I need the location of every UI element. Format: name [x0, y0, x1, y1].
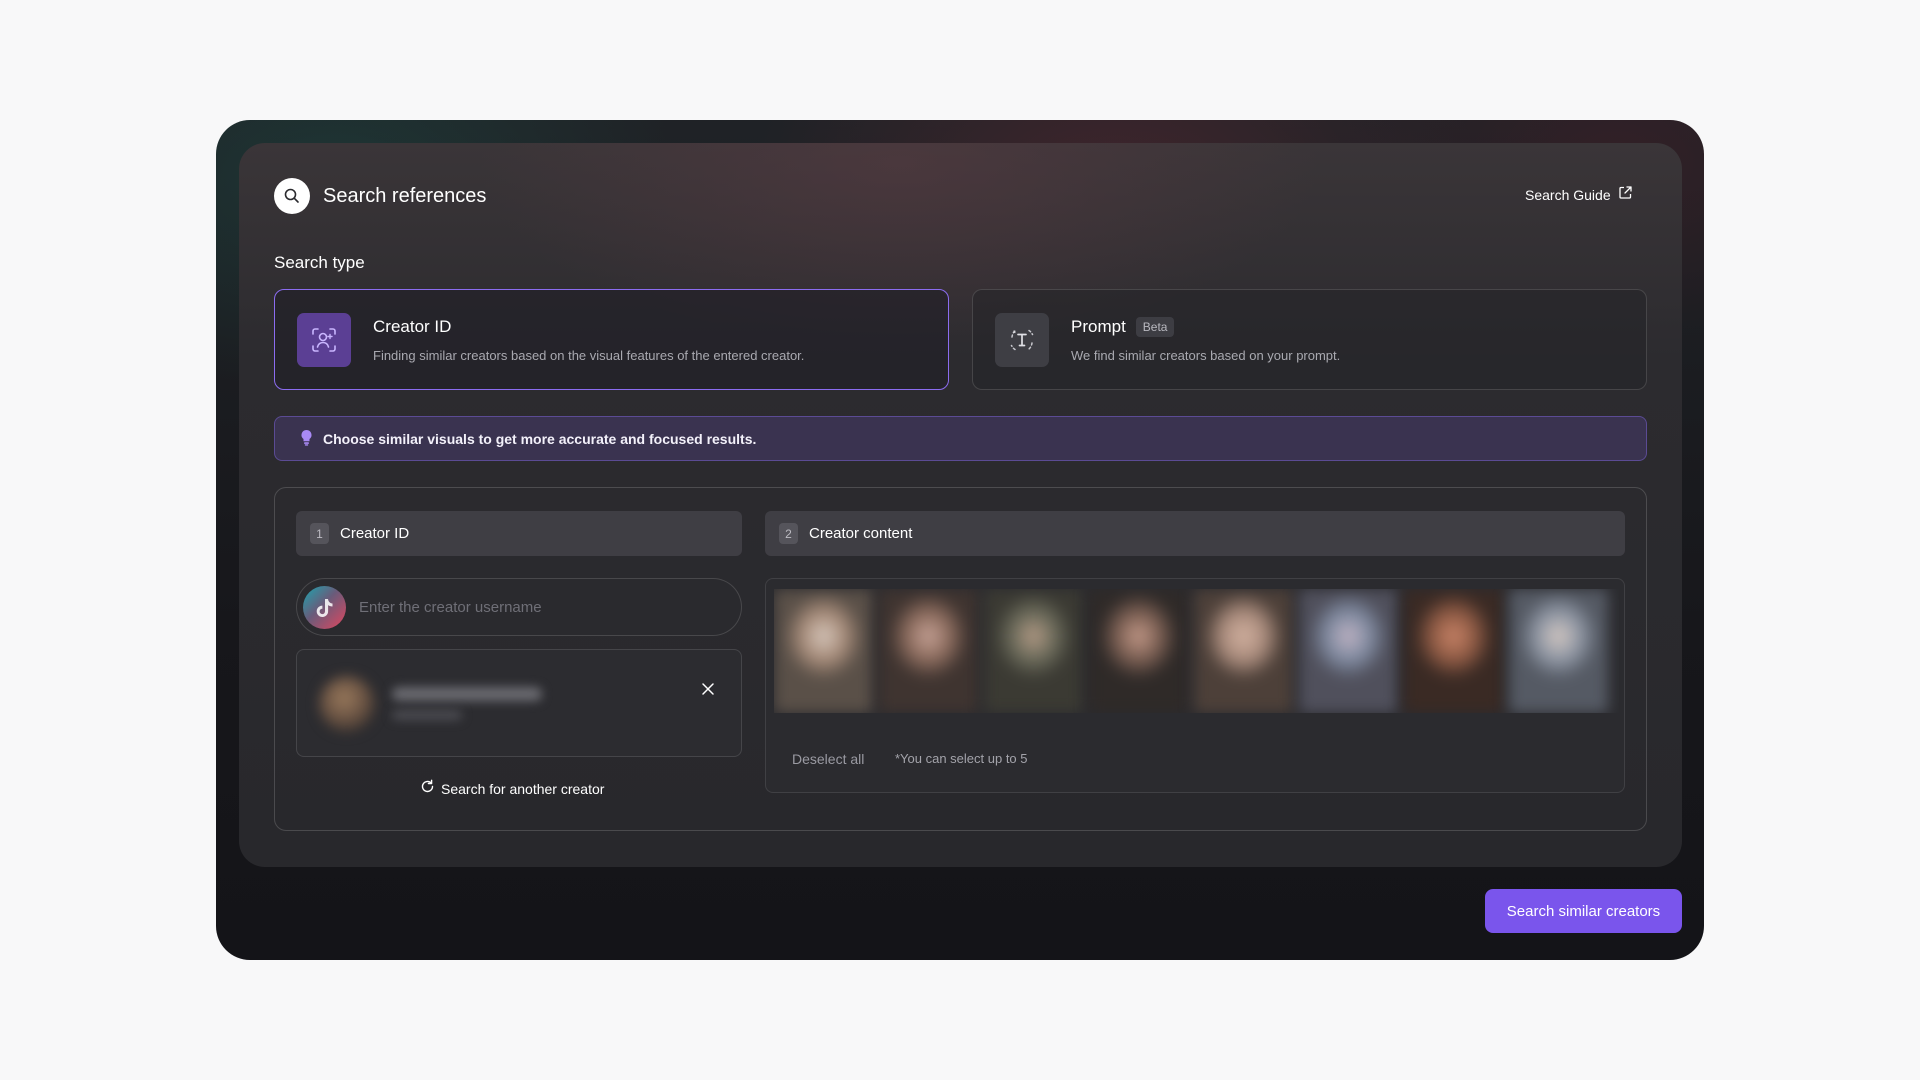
tip-text: Choose similar visuals to get more accur…: [323, 430, 757, 447]
search-similar-creators-button[interactable]: Search similar creators: [1485, 889, 1682, 933]
face-scan-icon: [297, 313, 351, 367]
content-thumbnail[interactable]: [774, 589, 873, 713]
page-title: Search references: [323, 185, 487, 207]
avatar: [319, 676, 375, 732]
creator-id-description: Finding similar creators based on the vi…: [373, 348, 805, 363]
beta-badge: Beta: [1135, 317, 1175, 337]
tip-banner: Choose similar visuals to get more accur…: [274, 416, 1647, 461]
search-type-label: Search type: [274, 253, 365, 272]
creator-meta-redacted: [392, 710, 462, 720]
prompt-title: Prompt Beta: [1071, 316, 1175, 338]
search-another-creator-button[interactable]: Search for another creator: [420, 779, 604, 799]
prompt-description: We find similar creators based on your p…: [1071, 348, 1341, 363]
creator-username-input[interactable]: [359, 589, 729, 625]
content-thumbnail[interactable]: [879, 589, 978, 713]
content-thumbnail[interactable]: [1089, 589, 1188, 713]
close-icon[interactable]: [697, 678, 719, 700]
step-creator-id: 1 Creator ID: [296, 511, 742, 556]
step-label: Creator content: [809, 525, 913, 542]
step-creator-content: 2 Creator content: [765, 511, 1625, 556]
creator-name-redacted: [392, 687, 542, 701]
search-type-prompt[interactable]: Prompt Beta We find similar creators bas…: [972, 289, 1647, 390]
search-type-creator-id[interactable]: Creator ID Finding similar creators base…: [274, 289, 949, 390]
lightbulb-icon: [300, 429, 313, 449]
deselect-all-button[interactable]: Deselect all: [792, 749, 864, 769]
selection-limit-note: *You can select up to 5: [895, 751, 1028, 766]
thumbnail-row: [774, 589, 1619, 713]
step-number: 1: [310, 523, 329, 544]
text-cursor-icon: [995, 313, 1049, 367]
step-number: 2: [779, 523, 798, 544]
search-guide-label: Search Guide: [1525, 187, 1611, 203]
content-thumbnail[interactable]: [1509, 589, 1608, 713]
search-icon: [274, 178, 310, 214]
content-thumbnail[interactable]: [984, 589, 1083, 713]
content-thumbnail[interactable]: [1299, 589, 1398, 713]
external-link-icon: [1618, 185, 1633, 205]
creator-content-grid: [765, 578, 1625, 793]
refresh-icon: [420, 779, 435, 799]
search-guide-link[interactable]: Search Guide: [1525, 185, 1633, 205]
content-thumbnail[interactable]: [1404, 589, 1503, 713]
creator-username-field[interactable]: [296, 578, 742, 636]
selected-creator-card: [296, 649, 742, 757]
tiktok-icon: [303, 586, 346, 629]
refresh-label: Search for another creator: [441, 781, 605, 797]
content-thumbnail[interactable]: [1194, 589, 1293, 713]
creator-id-title: Creator ID: [373, 317, 452, 336]
step-label: Creator ID: [340, 525, 410, 542]
